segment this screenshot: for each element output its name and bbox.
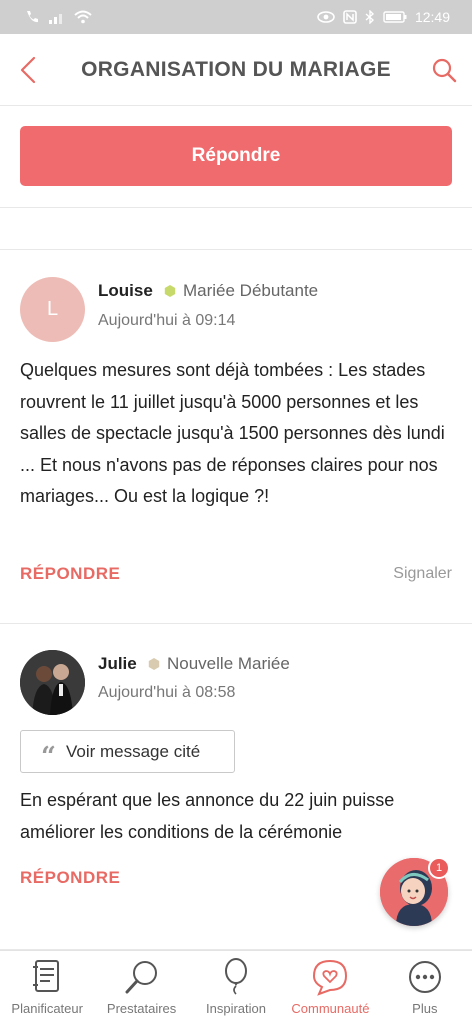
author-name[interactable]: Louise — [98, 281, 153, 301]
author-name[interactable]: Julie — [98, 654, 137, 674]
back-button[interactable] — [12, 54, 44, 86]
avatar[interactable]: L — [20, 277, 85, 342]
post-body: Quelques mesures sont déjà tombées : Les… — [20, 360, 445, 506]
role-badge-icon — [164, 285, 176, 297]
chevron-left-icon — [20, 56, 36, 84]
status-right: 12:49 — [317, 9, 450, 25]
author-role: Mariée Débutante — [183, 281, 319, 300]
planner-icon — [27, 957, 67, 997]
post-time: Aujourd'hui à 08:58 — [98, 684, 236, 701]
nav-item-community[interactable]: Communauté — [283, 951, 377, 1024]
more-icon — [405, 957, 445, 997]
nav-label: Planificateur — [11, 1001, 83, 1016]
bottom-nav: Planificateur Prestataires Inspiration C… — [0, 950, 472, 1024]
reply-link[interactable]: RÉPONDRE — [20, 868, 120, 888]
nav-item-more[interactable]: Plus — [378, 951, 472, 1024]
nav-label: Communauté — [291, 1001, 370, 1016]
post: L Louise Mariée Débutante Aujourd'hui à … — [0, 250, 472, 624]
search-button[interactable] — [428, 54, 460, 86]
previous-post-edge — [0, 208, 472, 250]
nav-item-planner[interactable]: Planificateur — [0, 951, 94, 1024]
post-time: Aujourd'hui à 09:14 — [98, 312, 236, 329]
notification-badge: 1 — [428, 857, 450, 879]
view-quoted-label: Voir message cité — [65, 741, 201, 761]
report-link[interactable]: Signaler — [393, 565, 452, 583]
search-icon — [432, 58, 457, 83]
role-badge-icon — [148, 658, 160, 670]
community-icon — [310, 957, 350, 997]
eye-icon — [317, 11, 335, 23]
search-vendors-icon — [122, 957, 162, 997]
nav-label: Prestataires — [106, 1001, 177, 1016]
nav-label: Inspiration — [206, 1001, 266, 1016]
author-role: Nouvelle Mariée — [167, 654, 290, 673]
bluetooth-icon — [365, 10, 374, 24]
reply-bar: Répondre — [0, 106, 472, 208]
post-body: En espérant que les annonce du 22 juin p… — [20, 790, 395, 842]
page-title: ORGANISATION DU MARIAGE — [81, 57, 391, 81]
couple-photo-icon — [20, 650, 85, 715]
call-icon — [27, 11, 38, 23]
reply-link[interactable]: RÉPONDRE — [20, 564, 120, 584]
balloon-icon — [216, 957, 256, 997]
battery-icon — [383, 11, 407, 23]
wifi-icon — [74, 10, 92, 24]
quote-icon: “ — [41, 741, 56, 772]
app-header: ORGANISATION DU MARIAGE — [0, 34, 472, 106]
avatar[interactable] — [20, 650, 85, 715]
nfc-icon — [343, 10, 357, 24]
nav-item-vendors[interactable]: Prestataires — [94, 951, 188, 1024]
nav-label: Plus — [412, 1001, 438, 1016]
reply-button[interactable]: Répondre — [20, 126, 452, 186]
status-time: 12:49 — [414, 9, 450, 25]
view-quoted-message-button[interactable]: “ Voir message cité — [20, 730, 235, 773]
status-bar: 12:49 — [0, 0, 472, 34]
status-left — [24, 9, 92, 25]
signal-icon — [49, 14, 62, 24]
nav-item-inspiration[interactable]: Inspiration — [189, 951, 283, 1024]
